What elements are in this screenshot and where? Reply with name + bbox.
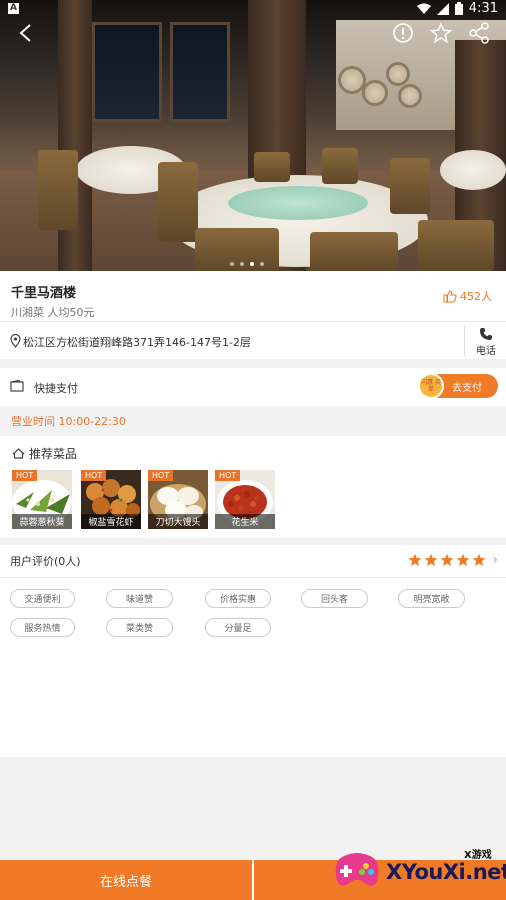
hero-chair: [38, 150, 78, 230]
hero-table: [440, 150, 506, 190]
quick-pay-label: 快捷支付: [34, 382, 78, 395]
dish-card[interactable]: HOT 刀切大馒头: [148, 470, 208, 529]
hero-chair: [158, 162, 198, 242]
location-pin-icon: [10, 334, 21, 348]
wallet-icon: [10, 380, 24, 392]
dishes-title-text: 推荐菜品: [29, 447, 78, 461]
likes-count[interactable]: 452人: [443, 288, 492, 304]
carousel-dot[interactable]: [250, 262, 254, 266]
star-icon: [456, 553, 470, 567]
home-icon: [12, 448, 25, 459]
hero-decor: [386, 62, 410, 86]
review-tag[interactable]: 回头客: [301, 589, 368, 608]
online-order-button[interactable]: 在线点餐: [0, 860, 252, 900]
quick-pay-row: 快捷支付 闪惠 买单 去支付: [0, 368, 506, 406]
watermark-small-text: X游戏: [464, 850, 492, 861]
hero-chair: [254, 152, 290, 182]
watermark-text: XYouXi.net: [386, 860, 506, 884]
address-text: 松江区方松街道翔峰路371弄146-147号1-2层: [23, 336, 251, 349]
hero-pillar: [58, 0, 92, 271]
share-button[interactable]: [464, 18, 494, 48]
status-bar: A 4:31: [0, 0, 506, 18]
star-icon: [408, 553, 422, 567]
divider: [464, 326, 465, 356]
review-tag[interactable]: 菜类赞: [106, 618, 173, 637]
hero-photo: A 4:31: [0, 0, 506, 271]
carousel-dots[interactable]: [230, 262, 264, 266]
business-hours-text: 营业时间 10:00-22:30: [11, 415, 126, 428]
likes-text: 452人: [460, 290, 492, 303]
carousel-dot[interactable]: [260, 262, 264, 266]
hero-window: [92, 22, 162, 122]
watermark: X游戏 XYouXi.net: [330, 838, 506, 900]
info-icon: [393, 23, 413, 43]
gamepad-logo-icon: [335, 853, 379, 886]
back-button[interactable]: [10, 18, 40, 48]
hero-window: [170, 22, 230, 122]
reviews-header[interactable]: 用户评价(0人): [10, 553, 81, 569]
business-hours: 营业时间 10:00-22:30: [0, 406, 506, 435]
hero-lazy-susan: [228, 186, 368, 220]
thumbs-up-icon: [443, 289, 457, 302]
review-tag[interactable]: 明亮宽敞: [398, 589, 465, 608]
rating-stars: [408, 553, 486, 567]
back-icon: [19, 24, 31, 42]
dish-card[interactable]: HOT 蒜蓉葱秋葵: [12, 470, 72, 529]
wifi-icon: [416, 3, 431, 14]
address-row[interactable]: 松江区方松街道翔峰路371弄146-147号1-2层 电话: [0, 321, 506, 359]
dish-name: 蒜蓉葱秋葵: [12, 514, 72, 529]
hero-chair: [310, 232, 398, 271]
go-pay-button[interactable]: 闪惠 买单 去支付: [418, 373, 498, 399]
review-tag[interactable]: 味道赞: [106, 589, 173, 608]
phone-icon: [480, 328, 492, 340]
review-tag[interactable]: 服务热情: [10, 618, 75, 637]
review-tag[interactable]: 价格实惠: [205, 589, 271, 608]
call-button[interactable]: 电话: [470, 325, 502, 357]
divider: [0, 577, 506, 578]
recommended-dishes: 推荐菜品 HOT 蒜蓉葱秋葵 HOT 椒盐雪花虾 HOT 刀切大馒头 HOT 花…: [0, 436, 506, 538]
dish-card[interactable]: HOT 椒盐雪花虾: [81, 470, 141, 529]
restaurant-name: 千里马酒楼: [11, 286, 77, 301]
hot-badge: HOT: [81, 470, 107, 481]
info-button[interactable]: [388, 18, 418, 48]
status-time: 4:31: [468, 1, 498, 16]
battery-icon: [454, 2, 463, 15]
flash-pay-badge: 闪惠 买单: [418, 373, 444, 399]
restaurant-info: 千里马酒楼 川湘菜 人均50元 452人: [0, 271, 506, 321]
dish-name: 椒盐雪花虾: [81, 514, 141, 529]
signal-icon: [436, 2, 449, 15]
carousel-dot[interactable]: [230, 262, 234, 266]
call-label: 电话: [476, 346, 496, 357]
hot-badge: HOT: [148, 470, 174, 481]
dish-name: 刀切大馒头: [148, 514, 208, 529]
dish-name: 花生米: [215, 514, 275, 529]
star-icon: [472, 553, 486, 567]
hot-badge: HOT: [215, 470, 241, 481]
hero-decor: [362, 80, 388, 106]
review-tag[interactable]: 交通便利: [10, 589, 75, 608]
dishes-title: 推荐菜品: [12, 445, 77, 462]
favorite-button[interactable]: [426, 18, 456, 48]
hero-chair: [322, 148, 358, 184]
star-icon: [440, 553, 454, 567]
restaurant-meta: 川湘菜 人均50元: [11, 306, 95, 319]
reviews-section: 用户评价(0人) › 交通便利 味道赞 价格实惠 回头客 明亮宽敞 服务热情 菜…: [0, 545, 506, 757]
hot-badge: HOT: [12, 470, 38, 481]
share-icon: [469, 22, 489, 44]
dish-card[interactable]: HOT 花生米: [215, 470, 275, 529]
hero-decor: [398, 84, 422, 108]
star-icon: [430, 22, 452, 44]
hero-chair: [390, 158, 430, 214]
hero-chair: [418, 220, 494, 271]
go-pay-label: 去支付: [452, 382, 482, 394]
review-tag[interactable]: 分量足: [205, 618, 271, 637]
notification-icon: A: [8, 3, 19, 14]
carousel-dot[interactable]: [240, 262, 244, 266]
chevron-right-icon[interactable]: ›: [492, 553, 498, 567]
star-icon: [424, 553, 438, 567]
